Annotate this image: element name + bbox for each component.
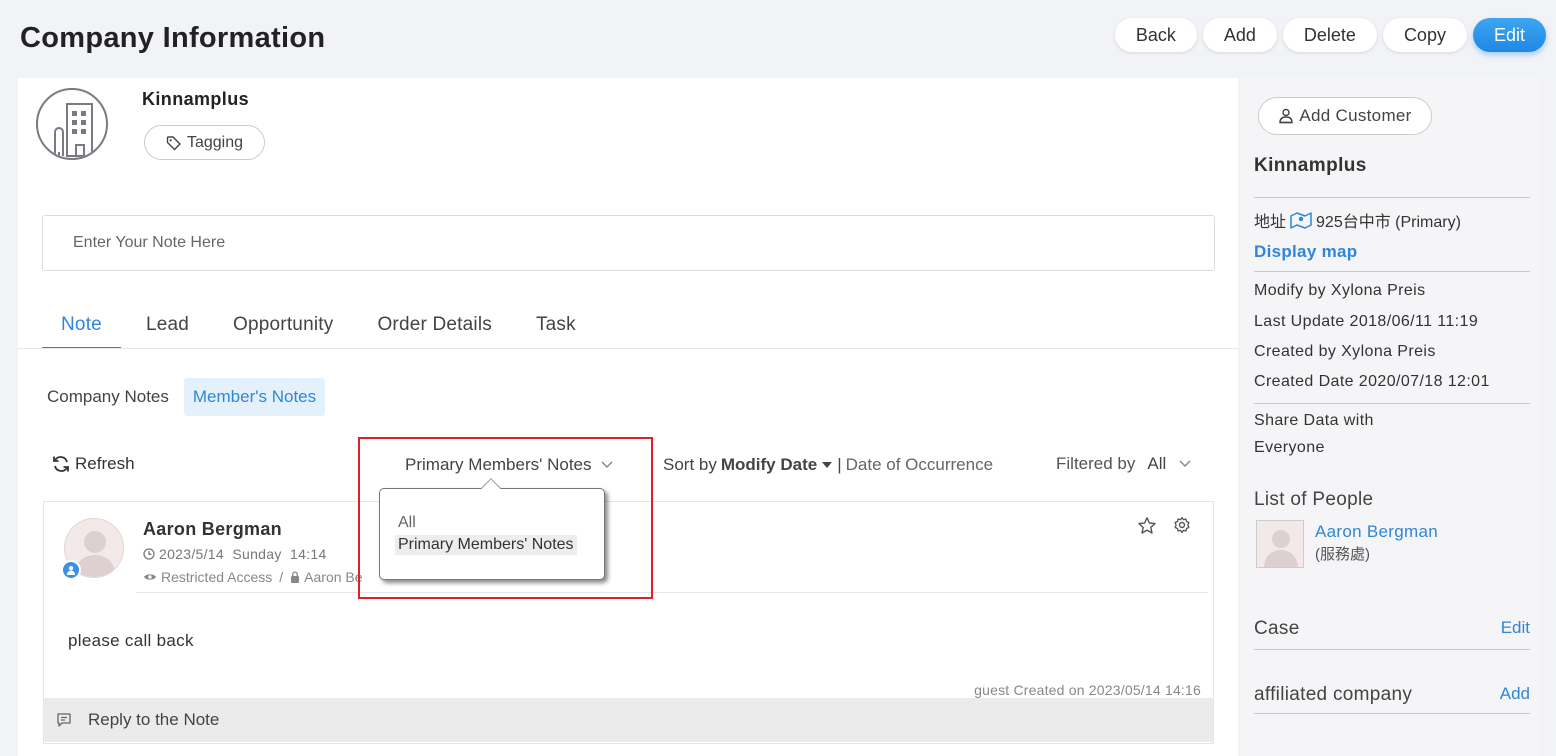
access-member: Aaron Be — [304, 569, 363, 585]
display-map-link[interactable]: Display map — [1254, 242, 1357, 262]
lock-icon — [291, 571, 300, 583]
created-by: Created by Xylona Preis — [1254, 343, 1436, 360]
sidebar-divider — [1254, 649, 1530, 650]
chevron-down-icon — [1179, 460, 1191, 468]
sort-control: Sort by Modify Date | Date of Occurrence — [663, 455, 993, 475]
access-text: Restricted Access — [161, 569, 273, 585]
menu-option-primary-members-notes[interactable]: Primary Members' Notes — [395, 535, 577, 555]
main-card: Kinnamplus Tagging Note Lead Opportunity… — [18, 78, 1238, 756]
sidebar-divider — [1254, 197, 1530, 198]
address-line: 地址 925台中市 (Primary) — [1254, 208, 1461, 232]
filtered-label: Filtered by — [1056, 454, 1136, 473]
note-input[interactable] — [42, 215, 1215, 271]
comment-icon — [57, 713, 71, 727]
delete-button[interactable]: Delete — [1282, 18, 1377, 52]
people-title: List of People — [1254, 489, 1374, 510]
note-body: please call back — [68, 631, 194, 650]
affiliated-company-add-link[interactable]: Add — [1500, 684, 1530, 704]
person-silhouette-icon — [1264, 530, 1298, 567]
created-date: Created Date 2020/07/18 12:01 — [1254, 373, 1490, 390]
tab-order-details[interactable]: Order Details — [358, 306, 511, 349]
add-customer-label: Add Customer — [1299, 106, 1412, 125]
note-subtabs: Company Notes Member's Notes — [38, 378, 326, 416]
reply-to-note-button[interactable]: Reply to the Note — [44, 698, 1213, 742]
user-add-icon — [1279, 108, 1294, 124]
case-edit-link[interactable]: Edit — [1501, 618, 1530, 638]
company-logo — [36, 88, 108, 160]
person-avatar — [1256, 520, 1304, 568]
person-role: (服務處) — [1315, 546, 1370, 563]
edit-button[interactable]: Edit — [1472, 18, 1546, 52]
map-icon — [1290, 212, 1312, 229]
eye-icon — [144, 574, 156, 580]
member-badge-icon — [61, 560, 81, 580]
building-icon — [54, 103, 93, 158]
add-customer-button[interactable]: Add Customer — [1258, 97, 1432, 135]
case-label: Case — [1254, 618, 1300, 639]
clock-icon — [143, 548, 155, 560]
sort-prefix: Sort by — [663, 455, 717, 474]
note-access: Restricted Access / Aaron Be — [143, 569, 363, 585]
gear-icon[interactable] — [1173, 516, 1191, 534]
add-button[interactable]: Add — [1202, 18, 1277, 52]
copy-button[interactable]: Copy — [1382, 18, 1467, 52]
sidebar: Add Customer Kinnamplus 地址 925台中市 (Prima… — [1240, 78, 1540, 756]
tab-lead[interactable]: Lead — [127, 306, 208, 349]
sort-modify-date[interactable]: Modify Date — [721, 455, 817, 475]
sidebar-divider — [1254, 271, 1530, 272]
access-separator: / — [279, 569, 284, 585]
refresh-button[interactable]: Refresh — [51, 454, 135, 474]
sort-separator: | — [837, 455, 842, 474]
top-actions: Back Add Delete Copy Edit — [1114, 18, 1546, 52]
person-name-link[interactable]: Aaron Bergman — [1315, 522, 1438, 542]
back-button[interactable]: Back — [1114, 18, 1197, 52]
share-value: Everyone — [1254, 439, 1325, 456]
share-label: Share Data with — [1254, 412, 1374, 429]
refresh-icon — [53, 456, 69, 472]
tagging-label: Tagging — [186, 133, 244, 151]
note-date-text: 2023/5/14 Sunday 14:14 — [159, 546, 327, 562]
note-date: 2023/5/14 Sunday 14:14 — [143, 546, 327, 562]
tag-icon — [166, 135, 181, 150]
page-title: Company Information — [20, 22, 326, 54]
main-tabs: Note Lead Opportunity Order Details Task — [42, 306, 601, 349]
filtered-by-control[interactable]: Filtered by All — [1056, 454, 1192, 474]
sort-date-of-occurrence[interactable]: Date of Occurrence — [846, 455, 993, 475]
reply-label: Reply to the Note — [88, 710, 220, 729]
tagging-button[interactable]: Tagging — [144, 125, 265, 160]
note-author: Aaron Bergman — [143, 519, 282, 539]
affiliated-company-label: affiliated company — [1254, 684, 1413, 705]
sidebar-divider — [1254, 713, 1530, 714]
caret-down-icon — [822, 462, 833, 468]
chevron-down-icon — [600, 461, 613, 469]
filtered-value: All — [1147, 454, 1167, 473]
modify-by: Modify by Xylona Preis — [1254, 282, 1426, 299]
subtab-company-notes[interactable]: Company Notes — [38, 378, 178, 416]
refresh-label: Refresh — [75, 454, 135, 473]
address-label: 地址 — [1254, 214, 1287, 231]
notes-filter-menu: All Primary Members' Notes — [379, 478, 605, 580]
address-value: 925台中市 (Primary) — [1316, 214, 1461, 231]
notes-filter-dropdown[interactable]: Primary Members' Notes — [405, 455, 614, 475]
tabs-divider — [18, 348, 1238, 349]
tab-task[interactable]: Task — [517, 306, 595, 349]
star-icon[interactable] — [1137, 516, 1157, 536]
note-created-meta: guest Created on 2023/05/14 14:16 — [974, 682, 1201, 698]
subtab-members-notes[interactable]: Member's Notes — [183, 378, 326, 416]
menu-option-all[interactable]: All — [395, 513, 419, 533]
note-divider — [136, 592, 1208, 593]
tab-note[interactable]: Note — [42, 306, 121, 349]
note-card: Aaron Bergman 2023/5/14 Sunday 14:14 Res… — [43, 501, 1214, 744]
last-update: Last Update 2018/06/11 11:19 — [1254, 313, 1479, 330]
tab-opportunity[interactable]: Opportunity — [214, 306, 352, 349]
company-name: Kinnamplus — [142, 89, 250, 109]
sidebar-company-name: Kinnamplus — [1254, 155, 1367, 176]
sidebar-divider — [1254, 403, 1530, 404]
notes-filter-value: Primary Members' Notes — [405, 455, 592, 474]
